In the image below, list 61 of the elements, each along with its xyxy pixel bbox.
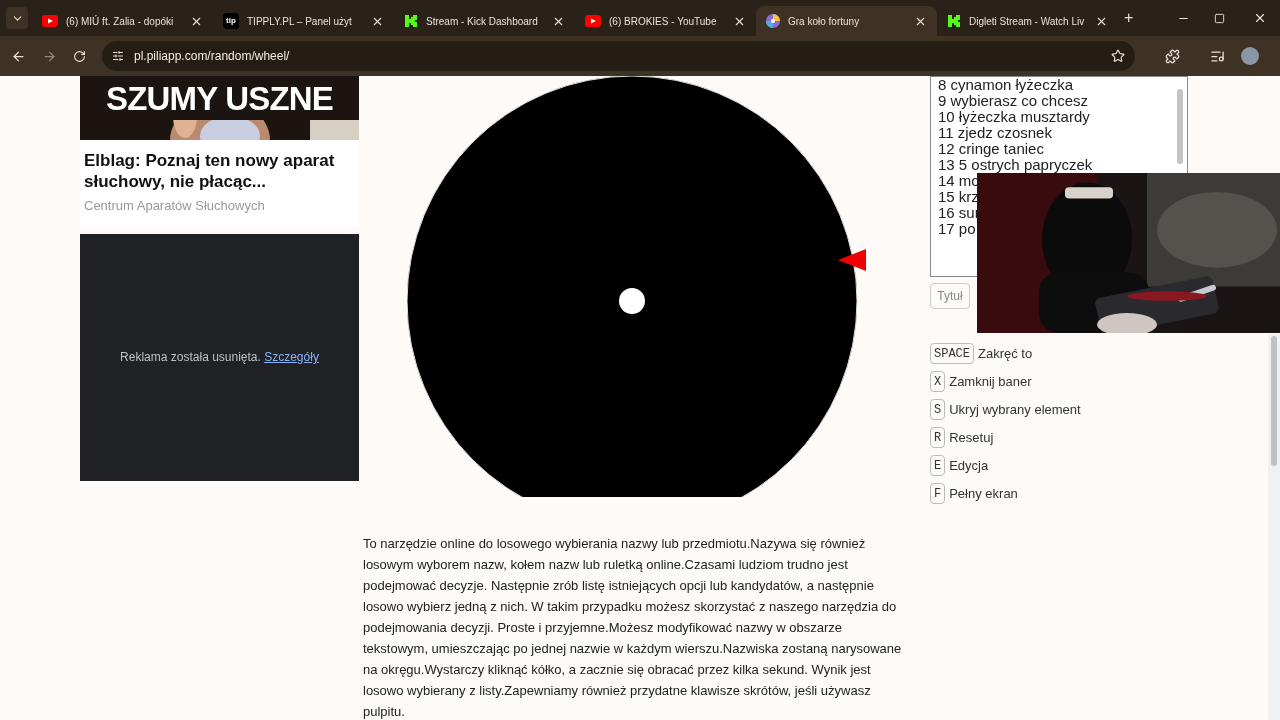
tab-title: Gra koło fortuny bbox=[788, 14, 861, 29]
key-cap: E bbox=[930, 455, 946, 476]
key-cap: SPACE bbox=[930, 343, 974, 364]
browser-tab[interactable]: Digleti Stream - Watch Liv bbox=[937, 6, 1118, 36]
browser-tab[interactable]: Gra koło fortuny bbox=[756, 6, 937, 36]
play-icon bbox=[42, 15, 58, 27]
ad-card[interactable]: SZUMY USZNE Elblag: Poznaj ten nowy aparat słuchowy, nie płacąc... Centrum Aparatów Słuchowych bbox=[80, 76, 359, 226]
close-icon[interactable] bbox=[1253, 11, 1267, 25]
shortcut-label: Resetuj bbox=[949, 428, 994, 447]
star-icon[interactable] bbox=[1111, 49, 1125, 63]
address-bar[interactable]: pl.piliapp.com/random/wheel/ bbox=[102, 41, 1135, 71]
shortcut-label: Zamknij baner bbox=[949, 372, 1032, 391]
tipply-icon: tip bbox=[223, 13, 239, 29]
shortcut-label: Edycja bbox=[949, 456, 989, 475]
removed-ad-message: Reklama została usunięta. Szczegóły bbox=[120, 349, 319, 366]
name-line: 8 cynamon łyżeczka bbox=[938, 77, 1075, 93]
key-cap: S bbox=[930, 399, 946, 420]
name-line: 11 zjedz czosnek bbox=[938, 125, 1052, 141]
tab-title: (6) BROKIES - YouTube bbox=[609, 14, 718, 29]
name-line: 10 łyżeczka musztardy bbox=[938, 109, 1091, 125]
name-line: 13 5 ostrych papryczek bbox=[938, 157, 1094, 173]
k-logo-icon bbox=[947, 14, 961, 28]
maximize-icon[interactable] bbox=[1214, 12, 1225, 24]
key-cap: R bbox=[930, 427, 946, 448]
ad-headline: Elblag: Poznaj ten nowy aparat słuchowy, nie płacąc... bbox=[83, 150, 336, 192]
browser-tab[interactable]: tip TIPPLY.PL – Panel użyt bbox=[213, 6, 394, 36]
extensions-icon[interactable] bbox=[1165, 48, 1180, 64]
k-logo-icon bbox=[404, 14, 418, 28]
pointer-icon bbox=[838, 249, 866, 271]
media-icon[interactable] bbox=[1210, 48, 1225, 64]
scrollbar-thumb[interactable] bbox=[1177, 89, 1183, 164]
browser-tab[interactable]: (6) BROKIES - YouTube bbox=[575, 6, 756, 36]
shortcut-label: Ukryj wybrany element bbox=[949, 400, 1081, 419]
shortcut-label: Pełny ekran bbox=[949, 484, 1018, 503]
title-button[interactable]: Tytuł bbox=[930, 283, 970, 309]
key-cap: X bbox=[930, 371, 946, 392]
back-icon[interactable] bbox=[11, 48, 26, 64]
description-paragraph: To narzędzie online do losowego wybierania nazwy lub przedmiotu.Nazywa się również losowym wyborem nazw, kołem nazw lub ruletką online.Czasami ludziom trudno jest podejmować decyzje. Następnie zrób listę istniejących opcji lub kandydatów, a następnie losowo wybierz jedną z nich. W takim przypadku możesz skorzystać z naszego narzędzia do podejmowania decyzji. Proste i przyjemne.Możesz modyfikować nazwy w obszarze tekstowym, umieszczając po jednej nazwie w każdym wierszu.Nazwiska zostaną narysowane na okręgu.Wystarczy kliknąć kółko, a zacznie się obracać przez kilka sekund. Wynik jest losowo wybierany z listy.Zapewniamy również przydatne klawisze skrótów, jeśli używasz pulpitu. bbox=[363, 535, 903, 720]
new-tab-button[interactable]: + bbox=[1124, 10, 1134, 26]
name-line: 17 po bbox=[938, 221, 977, 237]
url-text: pl.piliapp.com/random/wheel/ bbox=[134, 48, 290, 65]
profile-avatar[interactable] bbox=[1241, 47, 1259, 65]
tab-title: Stream - Kick Dashboard bbox=[426, 14, 539, 29]
browser-tab[interactable]: (6) MIÚ ft. Zalia - dopóki bbox=[32, 6, 213, 36]
name-line: 12 cringe taniec bbox=[938, 141, 1045, 157]
tab-title: Digleti Stream - Watch Liv bbox=[969, 14, 1086, 29]
reload-icon[interactable] bbox=[73, 49, 86, 63]
tab-search-button[interactable] bbox=[6, 7, 28, 29]
scrollbar-thumb[interactable] bbox=[1271, 336, 1277, 466]
name-line: 15 krz bbox=[938, 189, 980, 205]
browser-tab[interactable]: Stream - Kick Dashboard bbox=[394, 6, 575, 36]
tab-title: TIPPLY.PL – Panel użyt bbox=[247, 14, 353, 29]
tab-title: (6) MIÚ ft. Zalia - dopóki bbox=[66, 14, 175, 29]
site-settings-icon[interactable] bbox=[112, 50, 124, 62]
shortcut-label: Zakręć to bbox=[978, 344, 1033, 363]
ad-source: Centrum Aparatów Słuchowych bbox=[83, 197, 266, 215]
name-line: 9 wybierasz co chcesz bbox=[938, 93, 1090, 109]
wheel-icon bbox=[766, 14, 780, 28]
key-cap: F bbox=[930, 483, 946, 504]
details-link[interactable]: Szczegóły bbox=[264, 350, 319, 364]
play-icon bbox=[585, 15, 601, 27]
